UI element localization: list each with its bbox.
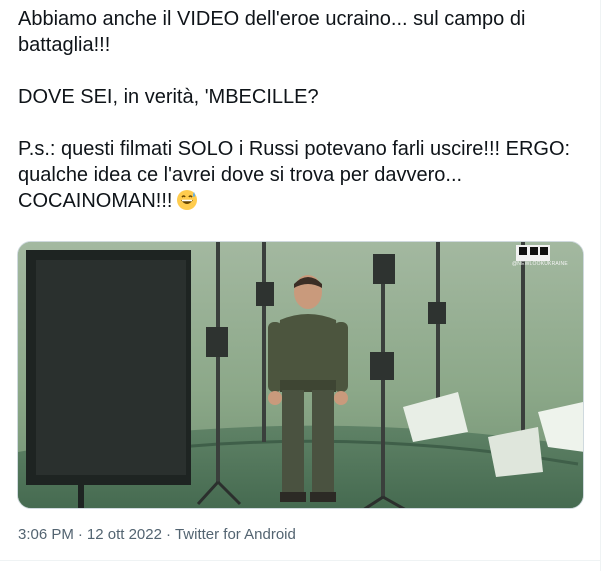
tweet-line-2: DOVE SEI, in verità, 'MBECILLE? [18, 86, 319, 108]
separator-dot-2: · [165, 526, 171, 543]
tweet-date[interactable]: 12 ott 2022 [87, 526, 162, 543]
tweet-metadata: 3:06 PM · 12 ott 2022 · Twitter for Android [18, 526, 296, 543]
grinning-sweat-emoji-icon [176, 189, 198, 218]
watermark [516, 245, 550, 261]
tweet-text: Abbiamo anche il VIDEO dell'eroe ucraino… [18, 6, 588, 218]
tweet-line-3-wrap: P.s.: questi filmati SOLO i Russi poteva… [18, 136, 588, 218]
divider [0, 560, 600, 561]
tweet-source[interactable]: Twitter for Android [175, 526, 296, 543]
tweet-video-media[interactable]: @NEWLOOKUKRAINE [17, 241, 584, 509]
tweet-time[interactable]: 3:06 PM [18, 526, 74, 543]
separator-dot: · [77, 526, 83, 543]
video-frame [18, 242, 583, 508]
tweet-line-3: P.s.: questi filmati SOLO i Russi poteva… [18, 138, 576, 212]
tweet-card: Abbiamo anche il VIDEO dell'eroe ucraino… [0, 0, 601, 571]
tweet-line-1: Abbiamo anche il VIDEO dell'eroe ucraino… [18, 8, 531, 56]
video-watermark-text: @NEWLOOKUKRAINE [512, 261, 568, 267]
